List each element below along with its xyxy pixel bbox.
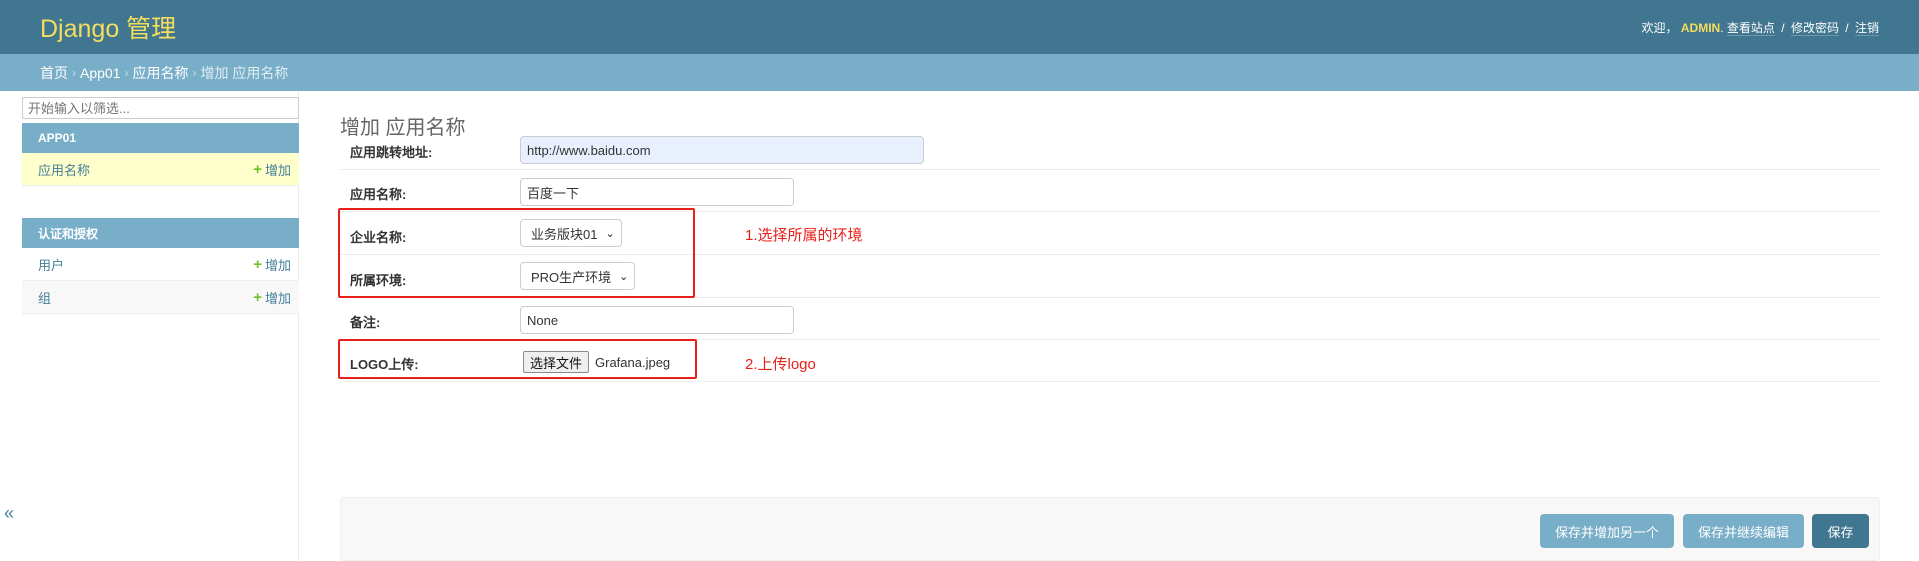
add-link[interactable]: + 增加 — [253, 255, 291, 274]
sidebar-item-users: 用户 + 增加 — [22, 248, 299, 281]
annotation-note: 1.选择所属的环境 — [745, 227, 863, 244]
toggle-sidebar-icon[interactable]: « — [4, 503, 14, 524]
user-tools: 欢迎， ADMIN. 查看站点 / 修改密码 / 注销 — [1641, 20, 1879, 36]
app-module-app01: APP01 应用名称 + 增加 — [22, 123, 299, 186]
remark-field[interactable]: None — [520, 306, 794, 334]
breadcrumb-separator: › — [72, 65, 76, 80]
logout-link[interactable]: 注销 — [1854, 20, 1879, 36]
sidebar-nav: APP01 应用名称 + 增加 认证和授权 用户 + 增加 组 + 增加 — [22, 91, 299, 561]
submit-row: 保存并增加另一个 保存并继续编辑 保存 — [340, 497, 1880, 561]
annotation-note: 2.上传logo — [745, 356, 816, 373]
add-link[interactable]: + 增加 — [253, 160, 291, 179]
annotation-box-logo — [338, 339, 697, 379]
header: Django 管理 欢迎， ADMIN. 查看站点 / 修改密码 / 注销 — [0, 0, 1919, 54]
form-row-remark: 备注: None — [340, 298, 1880, 340]
change-password-link[interactable]: 修改密码 — [1790, 20, 1839, 36]
add-label: 增加 — [264, 290, 291, 306]
save-continue-button[interactable]: 保存并继续编辑 — [1683, 514, 1804, 548]
site-branding[interactable]: Django 管理 — [40, 9, 176, 45]
welcome-text: 欢迎， — [1641, 20, 1678, 35]
breadcrumb-separator: › — [192, 65, 197, 80]
separator: / — [1845, 20, 1849, 35]
add-label: 增加 — [264, 257, 291, 273]
main-content: 增加 应用名称 应用跳转地址: http://www.baidu.com 应用名… — [338, 91, 1880, 561]
app-caption[interactable]: 认证和授权 — [22, 218, 299, 248]
separator: / — [1781, 20, 1785, 35]
model-link[interactable]: 应用名称 — [38, 160, 90, 179]
plus-icon: + — [253, 288, 262, 306]
breadcrumb-model[interactable]: 应用名称 — [132, 63, 188, 83]
annotation-box-environment — [338, 208, 695, 298]
breadcrumb-app[interactable]: App01 — [80, 65, 120, 81]
form-row-url: 应用跳转地址: http://www.baidu.com — [340, 128, 1880, 170]
view-site-link[interactable]: 查看站点 — [1726, 20, 1775, 36]
breadcrumb-separator: › — [124, 65, 129, 80]
sidebar-item-groups: 组 + 增加 — [22, 281, 299, 314]
plus-icon: + — [253, 160, 262, 178]
breadcrumb-current: 增加 应用名称 — [200, 64, 289, 81]
breadcrumb-home[interactable]: 首页 — [40, 63, 68, 83]
app-module-auth: 认证和授权 用户 + 增加 组 + 增加 — [22, 218, 299, 314]
save-add-another-button[interactable]: 保存并增加另一个 — [1540, 514, 1674, 548]
username: ADMIN — [1680, 20, 1721, 35]
save-button[interactable]: 保存 — [1812, 514, 1869, 548]
add-link[interactable]: + 增加 — [253, 288, 291, 307]
field-label: 备注: — [350, 315, 381, 330]
breadcrumb: 首页 › App01 › 应用名称 › 增加 应用名称 — [0, 54, 1919, 91]
field-label: 应用跳转地址: — [350, 145, 433, 160]
form-row-name: 应用名称: 百度一下 — [340, 170, 1880, 212]
add-label: 增加 — [264, 162, 291, 178]
sidebar-item-app-name: 应用名称 + 增加 — [22, 153, 299, 186]
field-label: 应用名称: — [350, 187, 407, 202]
plus-icon: + — [253, 255, 262, 273]
app-name-field[interactable]: 百度一下 — [520, 178, 794, 206]
model-link[interactable]: 用户 — [38, 255, 64, 274]
url-field[interactable]: http://www.baidu.com — [520, 136, 924, 164]
model-link[interactable]: 组 — [38, 288, 51, 307]
nav-filter-input[interactable] — [22, 97, 299, 119]
app-caption[interactable]: APP01 — [22, 123, 299, 153]
